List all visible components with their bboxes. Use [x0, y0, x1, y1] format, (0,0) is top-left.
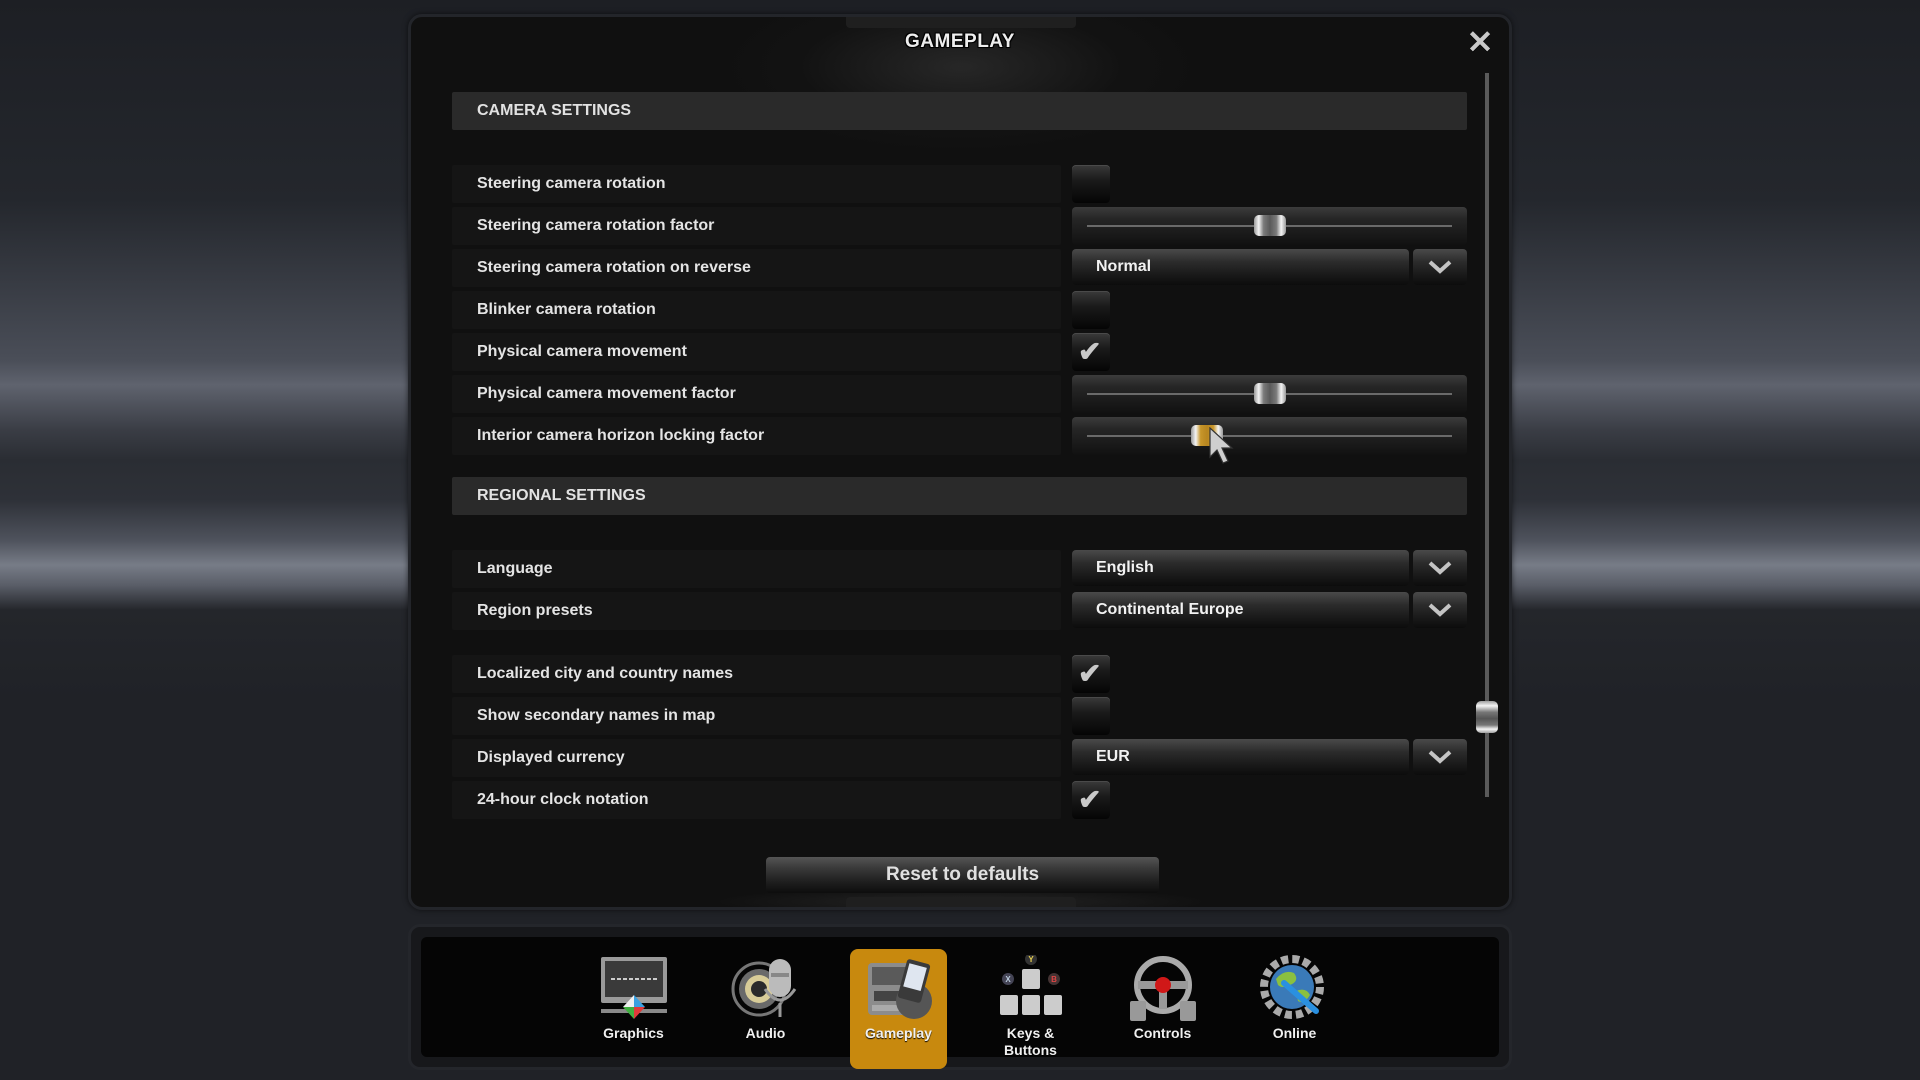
- physical-camera-movement-checkbox[interactable]: ✔: [1072, 333, 1110, 371]
- language-dropdown[interactable]: English: [1072, 550, 1467, 586]
- graphics-monitor-icon: [601, 957, 667, 1019]
- row-label: Interior camera horizon locking factor: [452, 417, 1061, 455]
- row-interior-camera-horizon-locking-factor: Interior camera horizon locking factor: [452, 417, 1467, 455]
- nav-item-label: Controls: [1133, 1025, 1192, 1041]
- chevron-down-icon: [1428, 750, 1452, 764]
- row-label: Localized city and country names: [452, 655, 1061, 693]
- steering-camera-rotation-checkbox[interactable]: [1072, 165, 1110, 203]
- row-region-presets: Region presets Continental Europe: [452, 592, 1467, 630]
- secondary-names-checkbox[interactable]: [1072, 697, 1110, 735]
- close-icon: ✕: [1466, 24, 1494, 60]
- scrollbar-thumb[interactable]: [1476, 701, 1498, 734]
- svg-text:Y: Y: [1028, 955, 1034, 964]
- interior-camera-horizon-locking-slider[interactable]: [1072, 417, 1467, 455]
- row-steering-camera-rotation-on-reverse: Steering camera rotation on reverse Norm…: [452, 249, 1467, 287]
- row-label: Blinker camera rotation: [452, 291, 1061, 329]
- steering-camera-rotation-factor-slider[interactable]: [1072, 207, 1467, 245]
- audio-speaker-microphone-icon: [731, 959, 797, 1017]
- dropdown-arrow-button[interactable]: [1413, 550, 1467, 586]
- row-physical-camera-movement: Physical camera movement ✔: [452, 333, 1467, 371]
- dropdown-arrow-button[interactable]: [1413, 592, 1467, 628]
- chevron-down-icon: [1428, 260, 1452, 274]
- row-label: Physical camera movement factor: [452, 375, 1061, 413]
- row-displayed-currency: Displayed currency EUR: [452, 739, 1467, 777]
- chevron-down-icon: [1428, 603, 1452, 617]
- slider-track: [1087, 435, 1452, 437]
- section-header-camera: CAMERA SETTINGS: [452, 92, 1467, 130]
- dropdown-value[interactable]: Continental Europe: [1072, 592, 1409, 628]
- row-label: Physical camera movement: [452, 333, 1061, 371]
- localized-names-checkbox[interactable]: ✔: [1072, 655, 1110, 693]
- 24-hour-clock-checkbox[interactable]: ✔: [1072, 781, 1110, 819]
- nav-inner: Graphics Audio Gameplay Y X B Keys & But…: [421, 937, 1499, 1069]
- row-secondary-names: Show secondary names in map: [452, 697, 1467, 735]
- checkmark-icon: ✔: [1078, 658, 1102, 689]
- chevron-down-icon: [1428, 561, 1452, 575]
- slider-handle[interactable]: [1253, 383, 1286, 404]
- row-label: Region presets: [452, 592, 1061, 630]
- row-localized-names: Localized city and country names ✔: [452, 655, 1467, 693]
- dropdown-value[interactable]: English: [1072, 550, 1409, 586]
- row-steering-camera-rotation: Steering camera rotation: [452, 165, 1467, 203]
- steering-camera-reverse-dropdown[interactable]: Normal: [1072, 249, 1467, 285]
- row-label: Steering camera rotation factor: [452, 207, 1061, 245]
- vertical-scrollbar[interactable]: [1476, 73, 1498, 797]
- nav-item-online[interactable]: Online: [1246, 949, 1343, 1069]
- nav-item-controls[interactable]: Controls: [1114, 949, 1211, 1069]
- nav-item-label: Graphics: [603, 1025, 664, 1041]
- nav-item-label: Gameplay: [865, 1025, 932, 1041]
- dropdown-value[interactable]: Normal: [1072, 249, 1409, 285]
- checkmark-icon: ✔: [1078, 336, 1102, 367]
- row-label: Steering camera rotation on reverse: [452, 249, 1061, 287]
- row-language: Language English: [452, 550, 1467, 588]
- dropdown-value[interactable]: EUR: [1072, 739, 1409, 775]
- nav-item-label: Audio: [745, 1025, 786, 1041]
- svg-text:X: X: [1005, 975, 1011, 984]
- row-label: 24-hour clock notation: [452, 781, 1061, 819]
- row-label: Language: [452, 550, 1061, 588]
- currency-dropdown[interactable]: EUR: [1072, 739, 1467, 775]
- row-physical-camera-movement-factor: Physical camera movement factor: [452, 375, 1467, 413]
- row-label: Steering camera rotation: [452, 165, 1061, 203]
- checkmark-icon: ✔: [1078, 784, 1102, 815]
- reset-to-defaults-button[interactable]: Reset to defaults: [766, 857, 1159, 893]
- nav-item-audio[interactable]: Audio: [717, 949, 814, 1069]
- nav-item-gameplay[interactable]: Gameplay: [850, 949, 947, 1069]
- dialog-title: GAMEPLAY: [905, 31, 1015, 52]
- row-label: Displayed currency: [452, 739, 1061, 777]
- settings-category-nav: Graphics Audio Gameplay Y X B Keys & But…: [408, 924, 1512, 1070]
- keys-buttons-icon: Y X B: [1000, 955, 1062, 1015]
- dropdown-arrow-button[interactable]: [1413, 739, 1467, 775]
- section-header-regional: REGIONAL SETTINGS: [452, 477, 1467, 515]
- gameplay-truck-icon: [868, 959, 932, 1019]
- blinker-camera-rotation-checkbox[interactable]: [1072, 291, 1110, 329]
- svg-text:B: B: [1051, 975, 1057, 984]
- nav-item-label: Keys & Buttons: [1004, 1025, 1057, 1058]
- gameplay-dialog: GAMEPLAY ✕ CAMERA SETTINGS Steering came…: [408, 14, 1512, 910]
- nav-item-graphics[interactable]: Graphics: [585, 949, 682, 1069]
- mouse-cursor-icon: [1209, 427, 1234, 464]
- region-presets-dropdown[interactable]: Continental Europe: [1072, 592, 1467, 628]
- slider-handle[interactable]: [1253, 215, 1286, 236]
- steering-wheel-icon: [1130, 956, 1196, 1021]
- row-blinker-camera-rotation: Blinker camera rotation: [452, 291, 1467, 329]
- dropdown-arrow-button[interactable]: [1413, 249, 1467, 285]
- nav-item-label: Online: [1272, 1025, 1317, 1041]
- dialog-bottom-tab: [846, 897, 1076, 907]
- online-globe-gear-icon: [1260, 955, 1324, 1019]
- row-label: Show secondary names in map: [452, 697, 1061, 735]
- dialog-top-tab: [846, 17, 1076, 28]
- row-24-hour-clock: 24-hour clock notation ✔: [452, 781, 1467, 819]
- nav-item-keys-buttons[interactable]: Y X B Keys & Buttons: [982, 949, 1079, 1069]
- close-button[interactable]: ✕: [1465, 24, 1495, 60]
- row-steering-camera-rotation-factor: Steering camera rotation factor: [452, 207, 1467, 245]
- physical-camera-movement-factor-slider[interactable]: [1072, 375, 1467, 413]
